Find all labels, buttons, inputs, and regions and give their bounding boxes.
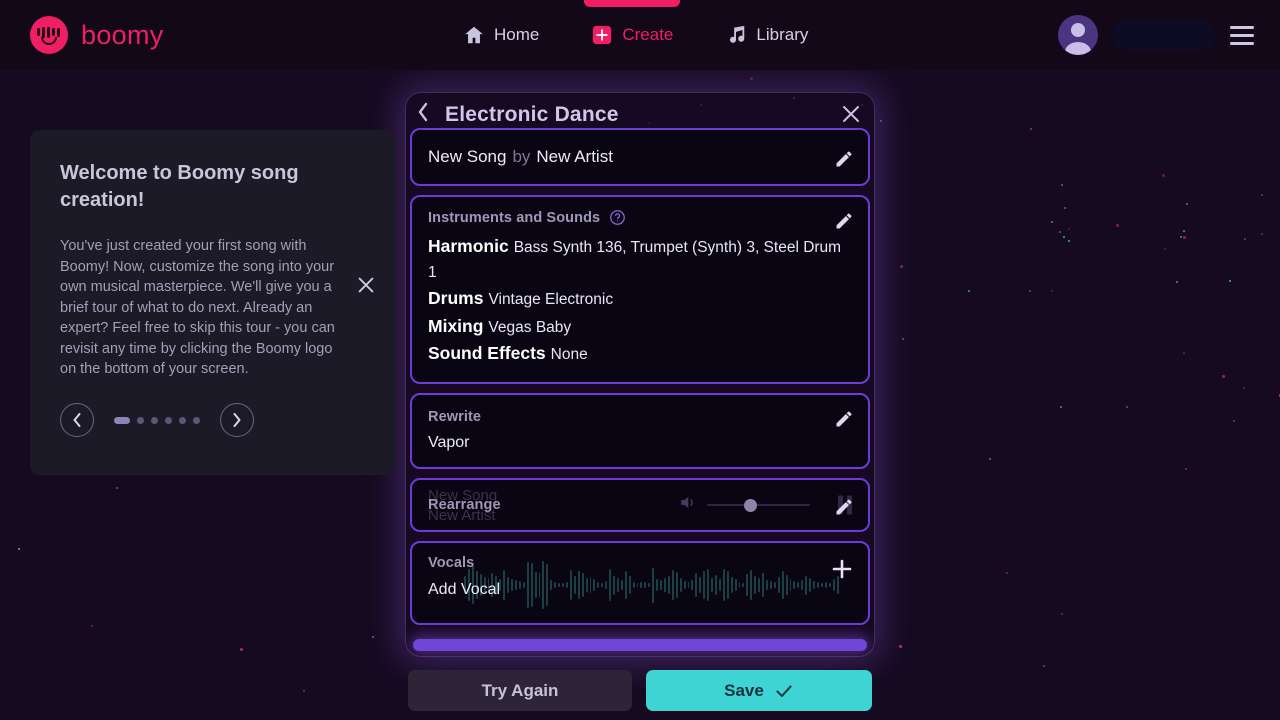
instrument-name: Sound Effects	[428, 343, 546, 364]
volume-icon[interactable]	[678, 493, 697, 517]
instrument-row-mixing: Mixing Vegas Baby	[428, 313, 852, 341]
nav-right-group	[1058, 0, 1254, 70]
help-circle-icon[interactable]	[609, 209, 626, 226]
back-button[interactable]	[415, 101, 439, 127]
modal-footer: Try Again Save	[408, 670, 872, 711]
instruments-and-sounds-card[interactable]: Instruments and Sounds Harmonic Bass Synt…	[410, 195, 870, 385]
tour-pagination	[60, 403, 254, 437]
modal-close-button[interactable]	[839, 102, 863, 126]
nav-item-home[interactable]: Home	[463, 0, 539, 70]
check-icon	[774, 681, 794, 701]
instrument-row-harmonic: Harmonic Bass Synth 136, Trumpet (Synth) …	[428, 233, 852, 285]
nav-item-label: Create	[622, 25, 674, 44]
chevron-left-icon	[73, 412, 81, 428]
active-tab-indicator	[584, 0, 681, 7]
rewrite-label: Rewrite	[428, 409, 482, 426]
tour-step-dots	[114, 416, 200, 424]
try-again-label: Try Again	[481, 680, 559, 700]
close-icon[interactable]	[355, 274, 377, 296]
playback-progress-bar[interactable]	[413, 639, 867, 651]
home-icon	[463, 24, 485, 46]
plus-icon[interactable]	[830, 557, 854, 581]
volume-slider-thumb[interactable]	[743, 498, 757, 512]
modal-title: Electronic Dance	[445, 103, 619, 126]
user-name-pill[interactable]	[1112, 20, 1216, 50]
chevron-right-icon	[233, 412, 241, 428]
rewrite-card[interactable]: Rewrite Vapor	[410, 393, 870, 470]
app-root: boomy Home Create Library Welcome to Boo…	[0, 0, 1280, 720]
vocals-value: Add Vocal	[428, 581, 501, 599]
save-label: Save	[724, 680, 764, 700]
nav-item-library[interactable]: Library	[725, 0, 808, 70]
instrument-row-drums: Drums Vintage Electronic	[428, 285, 852, 313]
vocals-label: Vocals	[428, 555, 475, 572]
pencil-icon[interactable]	[834, 409, 854, 429]
save-button[interactable]: Save	[646, 670, 872, 711]
nav-links: Home Create Library	[463, 0, 808, 70]
instrument-name: Mixing	[428, 315, 484, 336]
nav-item-label: Library	[756, 25, 809, 44]
instrument-value: None	[550, 346, 588, 364]
plus-square-icon	[591, 24, 613, 46]
brand-logo-link[interactable]: boomy	[30, 16, 164, 54]
brand-name: boomy	[81, 19, 164, 50]
boomy-smiley-logo-icon	[30, 16, 68, 54]
song-title-card[interactable]: New Song by New Artist	[410, 128, 870, 186]
close-icon	[843, 106, 859, 122]
tour-body: You've just created your first song with…	[60, 238, 335, 378]
rearrange-card[interactable]: New Song New Artist Rearrange	[410, 478, 870, 533]
nav-item-label: Home	[494, 25, 540, 44]
song-title: New Song	[428, 147, 507, 166]
song-editor-modal: Electronic Dance New Song by New Artist …	[405, 92, 875, 657]
try-again-button[interactable]: Try Again	[408, 670, 632, 711]
tour-next-button[interactable]	[220, 403, 254, 437]
rearrange-label: Rearrange	[428, 497, 501, 514]
instrument-name: Drums	[428, 288, 484, 309]
avatar[interactable]	[1058, 15, 1098, 55]
rewrite-value: Vapor	[428, 434, 470, 452]
volume-slider[interactable]	[707, 498, 810, 512]
instrument-value: Vegas Baby	[488, 318, 572, 336]
vocals-card[interactable]: Vocals Add Vocal	[410, 541, 870, 626]
song-artist: New Artist	[536, 147, 613, 166]
chevron-left-icon	[418, 102, 428, 122]
tour-prev-button[interactable]	[60, 403, 94, 437]
music-note-icon	[725, 24, 747, 46]
pencil-icon[interactable]	[834, 149, 854, 169]
instruments-label: Instruments and Sounds	[428, 209, 601, 226]
volume-control[interactable]	[678, 493, 810, 517]
instrument-row-sound-effects: Sound Effects None	[428, 340, 852, 368]
instrument-value: Vintage Electronic	[488, 291, 614, 309]
instrument-name: Harmonic	[428, 236, 509, 256]
tour-title: Welcome to Boomy song creation!	[60, 162, 299, 211]
pencil-icon[interactable]	[834, 211, 854, 231]
hamburger-menu-icon[interactable]	[1230, 25, 1254, 45]
top-navigation-bar: boomy Home Create Library	[0, 0, 1280, 70]
pencil-icon[interactable]	[834, 497, 854, 517]
nav-item-create[interactable]: Create	[584, 0, 681, 70]
tour-popup: Welcome to Boomy song creation! You've j…	[30, 130, 395, 475]
modal-body: New Song by New Artist Instruments and S…	[405, 128, 875, 657]
song-by-label: by	[512, 147, 531, 166]
